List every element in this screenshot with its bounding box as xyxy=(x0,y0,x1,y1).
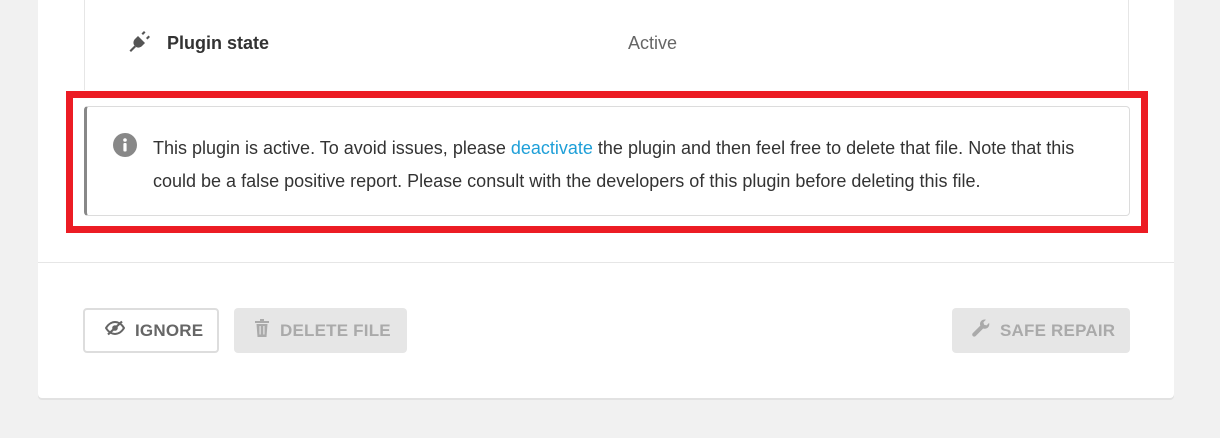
notice-text-before: This plugin is active. To avoid issues, … xyxy=(153,138,511,158)
delete-file-button-label: Delete file xyxy=(280,320,391,340)
wrench-icon xyxy=(972,319,1000,342)
ignore-button-label: Ignore xyxy=(135,320,204,340)
issue-card: Plugin state Active This plugin is activ… xyxy=(38,0,1174,398)
delete-file-button[interactable]: Delete file xyxy=(234,308,407,353)
notice-box: This plugin is active. To avoid issues, … xyxy=(84,106,1130,216)
notice-text: This plugin is active. To avoid issues, … xyxy=(153,132,1103,198)
info-icon xyxy=(113,133,137,157)
plugin-details-box: Plugin state Active xyxy=(84,0,1129,90)
plugin-state-row: Plugin state Active xyxy=(85,24,1128,64)
deactivate-link[interactable]: deactivate xyxy=(511,138,593,158)
plug-icon xyxy=(127,30,151,54)
divider xyxy=(38,262,1174,263)
safe-repair-button-label: Safe repair xyxy=(1000,320,1116,340)
trash-icon xyxy=(254,319,280,342)
plugin-state-label: Plugin state xyxy=(167,33,270,53)
ignore-button[interactable]: Ignore xyxy=(83,308,219,353)
safe-repair-button[interactable]: Safe repair xyxy=(952,308,1130,353)
eye-slash-icon xyxy=(104,320,135,341)
plugin-state-value: Active xyxy=(628,33,678,53)
